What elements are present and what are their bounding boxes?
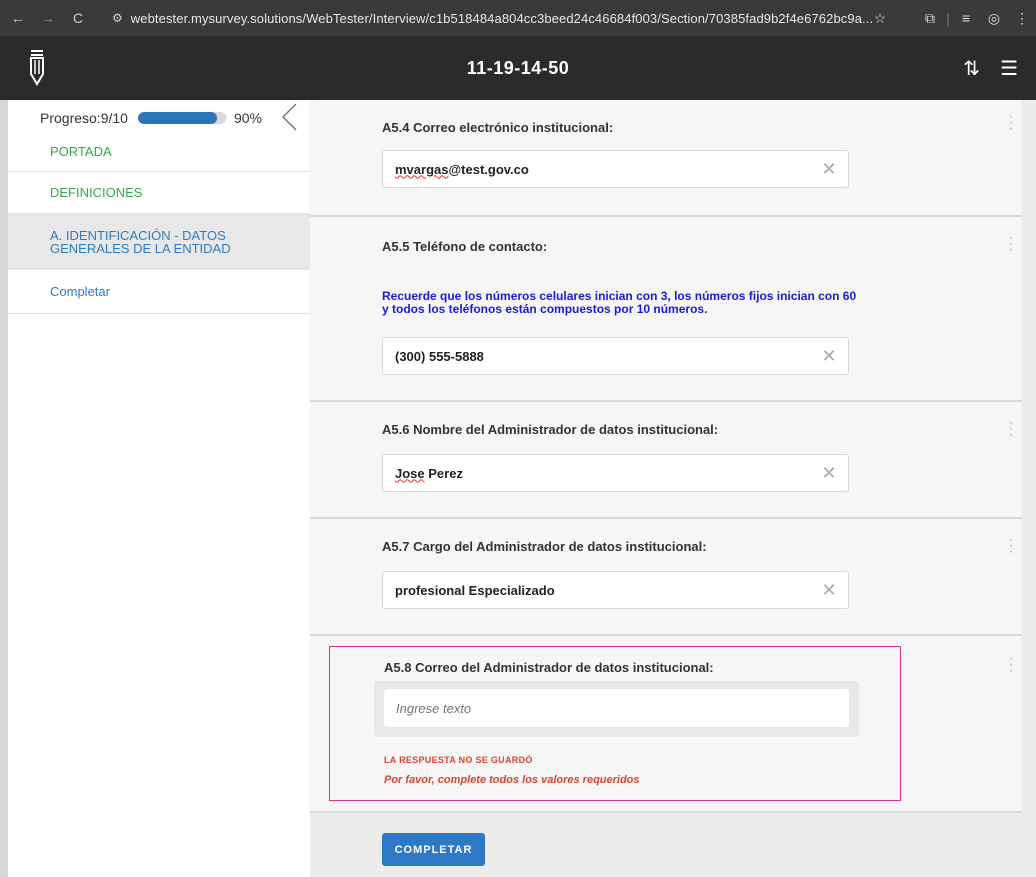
clear-icon[interactable]: ✕ (820, 581, 838, 599)
sidebar-item-identificacion[interactable]: A. IDENTIFICACIÓN - DATOS GENERALES DE L… (8, 214, 310, 270)
bookmark-star-icon[interactable]: ☆ (866, 10, 894, 27)
question-options-icon[interactable]: · · · (1008, 651, 1014, 679)
sidebar-item-label: PORTADA (50, 144, 112, 159)
section-content: A5.4 Correo electrónico institucional: m… (310, 100, 1036, 877)
progress-bar (137, 112, 226, 124)
phone-input[interactable]: (300) 555-5888 ✕ (382, 337, 849, 375)
header-actions: ⇅ ☰ (963, 56, 1018, 81)
input-wrapper (374, 681, 859, 737)
validation-error-message: Por favor, complete todos los valores re… (384, 774, 640, 786)
question-card: A5.7 Cargo del Administrador de datos in… (310, 519, 1022, 636)
question-hint: Recuerde que los números celulares inici… (382, 289, 857, 316)
admin-name-input[interactable]: Jose Perez ✕ (382, 454, 849, 492)
url-text: webtester.mysurvey.solutions/WebTester/I… (130, 10, 874, 26)
invalid-question-card: A5.8 Correo del Administrador de datos i… (329, 646, 901, 801)
input-value: (300) 555-5888 (395, 348, 484, 364)
question-options-icon[interactable]: · · · (1008, 109, 1014, 137)
address-bar[interactable]: ⚙ webtester.mysurvey.solutions/WebTester… (112, 5, 882, 31)
clear-icon[interactable]: ✕ (820, 347, 838, 365)
sidebar-item-definiciones[interactable]: DEFINICIONES (8, 172, 310, 214)
input-value: profesional Especializado (395, 582, 555, 598)
question-label: A5.7 Cargo del Administrador de datos in… (382, 539, 707, 554)
sidebar-item-portada[interactable]: PORTADA (8, 132, 310, 172)
admin-email-input[interactable] (384, 689, 849, 727)
question-card: A5.4 Correo electrónico institucional: m… (310, 100, 1022, 217)
institutional-email-input[interactable]: mvargas@test.gov.co ✕ (382, 150, 849, 188)
question-label: A5.6 Nombre del Administrador de datos i… (382, 422, 719, 437)
question-card: A5.5 Teléfono de contacto: Recuerde que … (310, 217, 1022, 402)
interview-title: 11-19-14-50 (466, 58, 570, 78)
browser-toolbar: ← → C ⚙ webtester.mysurvey.solutions/Web… (0, 0, 1036, 36)
profile-icon[interactable]: ◎ (980, 10, 1008, 27)
site-settings-icon[interactable]: ⚙ (112, 11, 123, 25)
sidebar-item-label: Completar (50, 284, 110, 299)
not-saved-warning: LA RESPUESTA NO SE GUARDÓ (384, 755, 533, 765)
browser-menu-icon[interactable]: ⋮ (1008, 10, 1036, 27)
sidebar-item-completar[interactable]: Completar (8, 270, 310, 314)
reload-icon[interactable]: C (66, 10, 90, 26)
sidebar-item-label: A. IDENTIFICACIÓN - DATOS GENERALES DE L… (50, 227, 231, 256)
question-label: A5.4 Correo electrónico institucional: (382, 120, 614, 135)
browser-actions: ☆ ⧉ | ≡ ◎ ⋮ (866, 0, 1036, 36)
question-options-icon[interactable]: · · · (1008, 415, 1014, 443)
input-value: mvargas@test.gov.co (395, 161, 529, 177)
clear-icon[interactable]: ✕ (820, 160, 838, 178)
sidebar-item-label: DEFINICIONES (50, 185, 143, 200)
app-header: 11-19-14-50 ⇅ ☰ (0, 36, 1036, 100)
sections-sidebar: Progreso:9/10 90% PORTADA DEFINICIONES A… (0, 100, 310, 877)
reading-list-icon[interactable]: ≡ (952, 10, 980, 26)
collapse-sidebar-icon[interactable] (280, 102, 298, 132)
hamburger-menu-icon[interactable]: ☰ (1000, 56, 1018, 81)
progress-indicator: Progreso:9/10 90% (40, 106, 310, 130)
question-label: A5.8 Correo del Administrador de datos i… (384, 660, 714, 675)
complete-button[interactable]: COMPLETAR (382, 833, 485, 866)
input-value: Jose Perez (395, 465, 463, 481)
question-card: A5.6 Nombre del Administrador de datos i… (310, 402, 1022, 519)
question-options-icon[interactable]: · · · (1008, 532, 1014, 560)
divider: | (946, 10, 950, 26)
clear-icon[interactable]: ✕ (820, 464, 838, 482)
progress-percent: 90% (233, 110, 262, 126)
back-arrow-icon[interactable]: ← (6, 10, 30, 26)
admin-position-input[interactable]: profesional Especializado ✕ (382, 571, 849, 609)
extensions-icon[interactable]: ⧉ (916, 10, 944, 27)
forward-arrow-icon[interactable]: → (36, 10, 60, 26)
question-label: A5.5 Teléfono de contacto: (382, 239, 548, 254)
progress-bar-fill (137, 112, 218, 124)
question-options-icon[interactable]: · · · (1008, 230, 1014, 258)
progress-label: Progreso:9/10 (40, 110, 128, 126)
sort-icon[interactable]: ⇅ (963, 56, 980, 81)
